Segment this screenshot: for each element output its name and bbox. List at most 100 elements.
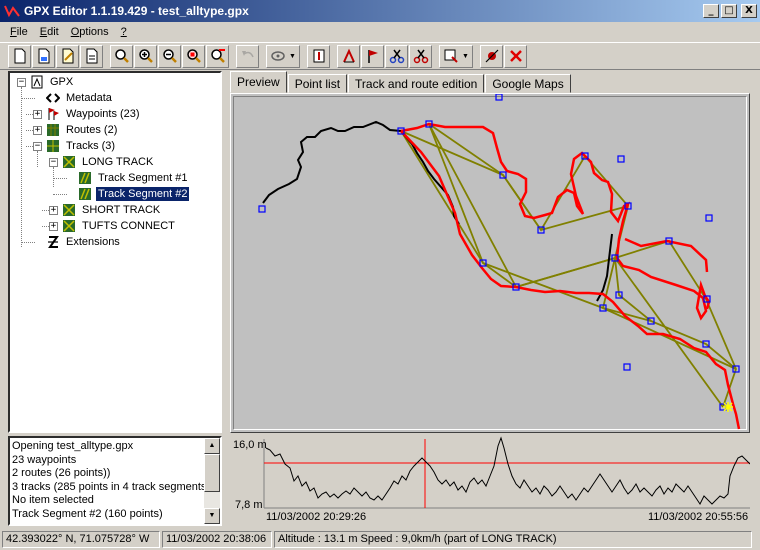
- title-bar: GPX Editor 1.1.19.429 - test_alltype.gpx…: [0, 0, 760, 22]
- tree-item-tufts-connect[interactable]: TUFTS CONNECT: [61, 218, 177, 234]
- rotate-dropdown-button[interactable]: ▼: [266, 44, 300, 68]
- log-line: 3 tracks (285 points in 4 track segments…: [12, 480, 211, 493]
- menu-help[interactable]: ?: [115, 26, 133, 38]
- zoom-select-button[interactable]: [182, 44, 205, 68]
- map-canvas[interactable]: [231, 94, 750, 433]
- tab-google-maps[interactable]: Google Maps: [485, 74, 571, 93]
- zoom-fit-button[interactable]: [110, 44, 133, 68]
- tree-label-segment-1: Track Segment #1: [98, 172, 188, 184]
- toolbar: ▼ ▼: [0, 42, 760, 70]
- zoom-tool-button[interactable]: [206, 44, 229, 68]
- open-file-button[interactable]: [32, 44, 55, 68]
- log-line: No item selected: [12, 494, 94, 506]
- metadata-icon: [45, 90, 61, 106]
- scroll-thumb[interactable]: [204, 454, 220, 492]
- log-line: Track Segment #2 (160 points): [12, 507, 163, 520]
- delete-icon: [509, 50, 522, 62]
- new-file-button[interactable]: [8, 44, 31, 68]
- flag-icon: [367, 50, 378, 63]
- edit-track-button[interactable]: [337, 44, 360, 68]
- status-bar: 42.393022° N, 71.075728° W 11/03/2002 20…: [0, 529, 760, 550]
- tree-item-short-track[interactable]: SHORT TRACK: [61, 202, 162, 218]
- tree-item-long-track[interactable]: LONG TRACK: [61, 154, 155, 170]
- waypoints: [258, 94, 740, 411]
- tree-item-routes[interactable]: Routes (2): [45, 122, 119, 138]
- zoom-in-icon: [138, 49, 153, 63]
- scroll-up-arrow-icon[interactable]: ▲: [204, 438, 220, 454]
- close-button[interactable]: X: [741, 4, 757, 18]
- status-time: 11/03/2002 20:38:06: [162, 531, 272, 548]
- tree-item-tracks[interactable]: Tracks (3): [45, 138, 117, 154]
- menu-file[interactable]: File: [4, 26, 34, 38]
- new-file-icon: [14, 48, 25, 64]
- save-file-icon: [86, 48, 97, 64]
- extensions-icon: [45, 234, 61, 250]
- log-scrollbar[interactable]: ▲ ▼: [204, 438, 220, 524]
- tree-expander-long-track[interactable]: −: [49, 158, 58, 167]
- log-line: 2 routes (26 points)): [12, 467, 111, 479]
- tree-label-segment-2: Track Segment #2: [94, 186, 191, 202]
- status-info: Altitude : 13.1 m Speed : 9,0km/h (part …: [274, 531, 752, 548]
- zoom-in-button[interactable]: [134, 44, 157, 68]
- zoom-out-button[interactable]: [158, 44, 181, 68]
- log-lines: Opening test_alltype.gpx 23 waypoints 2 …: [12, 440, 210, 521]
- tree-item-waypoints[interactable]: Waypoints (23): [45, 106, 142, 122]
- edit-track-icon: [342, 48, 355, 63]
- tree-item-segment-1[interactable]: Track Segment #1: [77, 170, 189, 186]
- menu-options[interactable]: Options: [65, 26, 115, 38]
- profile-max-altitude: 16,0 m: [233, 439, 267, 451]
- delete-button[interactable]: [504, 44, 527, 68]
- menu-bar: File Edit Options ?: [0, 22, 760, 41]
- edit-file-icon: [62, 48, 73, 64]
- log-line: 23 waypoints: [12, 453, 77, 466]
- waypoint-marker: [705, 214, 713, 222]
- tree-label-tufts-connect: TUFTS CONNECT: [82, 220, 175, 232]
- waypoint-marker: [623, 363, 631, 371]
- chevron-down-icon: ▼: [462, 52, 469, 60]
- tree-item-extensions[interactable]: Extensions: [45, 234, 122, 250]
- tree-item-segment-2[interactable]: Track Segment #2: [77, 186, 191, 202]
- waypoint-marker: [495, 94, 503, 101]
- tree-expander-tufts[interactable]: +: [49, 222, 58, 231]
- tree-panel[interactable]: − GPX Metadata + Waypoints (23) + Routes…: [8, 71, 222, 433]
- tab-preview[interactable]: Preview: [230, 71, 287, 93]
- track-icon: [61, 218, 77, 234]
- tree-expander-short-track[interactable]: +: [49, 206, 58, 215]
- scissors-icon: [389, 49, 404, 64]
- elevation-profile[interactable]: 16,0 m 7,8 m 11/03/2002 20:29:26 11/03/2…: [230, 436, 750, 526]
- tree-label-short-track: SHORT TRACK: [82, 204, 161, 216]
- scroll-down-arrow-icon[interactable]: ▼: [204, 508, 220, 524]
- tree-item-gpx[interactable]: GPX: [29, 74, 75, 90]
- tool-dropdown-button[interactable]: ▼: [439, 44, 473, 68]
- tree-expander-routes[interactable]: +: [33, 126, 42, 135]
- split-icon: [413, 49, 428, 64]
- tab-point-list[interactable]: Point list: [287, 74, 348, 93]
- cut-track-button[interactable]: [385, 44, 408, 68]
- maximize-button[interactable]: □: [721, 4, 737, 18]
- tree-label-metadata: Metadata: [66, 92, 112, 104]
- segment-icon: [77, 170, 93, 186]
- remove-point-button[interactable]: [480, 44, 503, 68]
- map-preview[interactable]: [230, 93, 750, 433]
- menu-edit[interactable]: Edit: [34, 26, 65, 38]
- gpx-file-icon: [29, 74, 45, 90]
- profile-start-time: 11/03/2002 20:29:26: [266, 511, 367, 523]
- add-waypoint-button[interactable]: [361, 44, 384, 68]
- profile-min-altitude: 7,8 m: [235, 499, 263, 511]
- minimize-button[interactable]: _: [703, 4, 719, 18]
- edit-file-button[interactable]: [56, 44, 79, 68]
- tab-track-route-edition[interactable]: Track and route edition: [348, 74, 485, 93]
- save-file-button[interactable]: [80, 44, 103, 68]
- tool-icon: [444, 49, 458, 63]
- tree-label-waypoints: Waypoints (23): [66, 108, 140, 120]
- tree-item-metadata[interactable]: Metadata: [45, 90, 114, 106]
- split-track-button[interactable]: [409, 44, 432, 68]
- settings-button[interactable]: [307, 44, 330, 68]
- route-line: [400, 130, 737, 408]
- log-panel[interactable]: Opening test_alltype.gpx 23 waypoints 2 …: [8, 436, 222, 526]
- tree-expander-tracks[interactable]: −: [33, 142, 42, 151]
- settings-icon: [313, 49, 324, 63]
- undo-button[interactable]: [236, 44, 259, 68]
- tree-expander-gpx[interactable]: −: [17, 78, 26, 87]
- tree-expander-waypoints[interactable]: +: [33, 110, 42, 119]
